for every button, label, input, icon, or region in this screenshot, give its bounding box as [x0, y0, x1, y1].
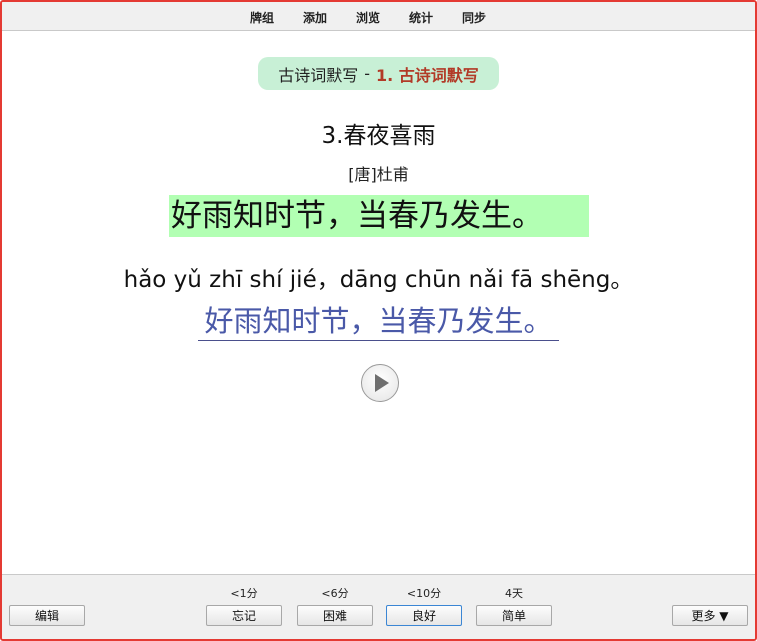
app-window: 牌组 添加 浏览 统计 同步 古诗词默写 - 1. 古诗词默写 3.春夜喜雨 [… [0, 0, 757, 641]
deck-separator: - [364, 64, 370, 83]
poem-title: 3.春夜喜雨 [321, 123, 436, 149]
good-button[interactable]: 良好 [386, 605, 462, 626]
bottom-answer-bar: <1分 <6分 <10分 4天 编辑 忘记 困难 良好 简单 更多 ▼ [2, 574, 755, 639]
edit-button[interactable]: 编辑 [9, 605, 85, 626]
menu-stats[interactable]: 统计 [409, 9, 433, 26]
top-menu-bar: 牌组 添加 浏览 统计 同步 [2, 2, 755, 31]
subdeck-name: 1. 古诗词默写 [376, 65, 479, 85]
interval-good: <10分 [406, 587, 442, 600]
menu-sync[interactable]: 同步 [462, 9, 486, 26]
menu-add[interactable]: 添加 [303, 9, 327, 26]
typed-answer: 好雨知时节，当春乃发生。 [198, 302, 559, 341]
easy-button[interactable]: 简单 [476, 605, 552, 626]
menu-decks[interactable]: 牌组 [250, 9, 274, 26]
deck-label: 古诗词默写 - 1. 古诗词默写 [258, 57, 499, 90]
again-button[interactable]: 忘记 [206, 605, 282, 626]
menu-browse[interactable]: 浏览 [356, 9, 380, 26]
verse-pinyin: hǎo yǔ zhī shí jié，dāng chūn nǎi fā shēn… [123, 267, 634, 293]
interval-hard: <6分 [321, 587, 349, 600]
more-button[interactable]: 更多 ▼ [672, 605, 748, 626]
deck-name: 古诗词默写 [278, 65, 359, 85]
interval-easy: 4天 [505, 587, 523, 600]
poem-verse: 好雨知时节，当春乃发生。 [169, 195, 589, 237]
play-audio-button[interactable] [361, 364, 399, 402]
hard-button[interactable]: 困难 [297, 605, 373, 626]
poem-author: [唐]杜甫 [348, 165, 409, 184]
play-icon [375, 374, 389, 392]
interval-again: <1分 [230, 587, 258, 600]
